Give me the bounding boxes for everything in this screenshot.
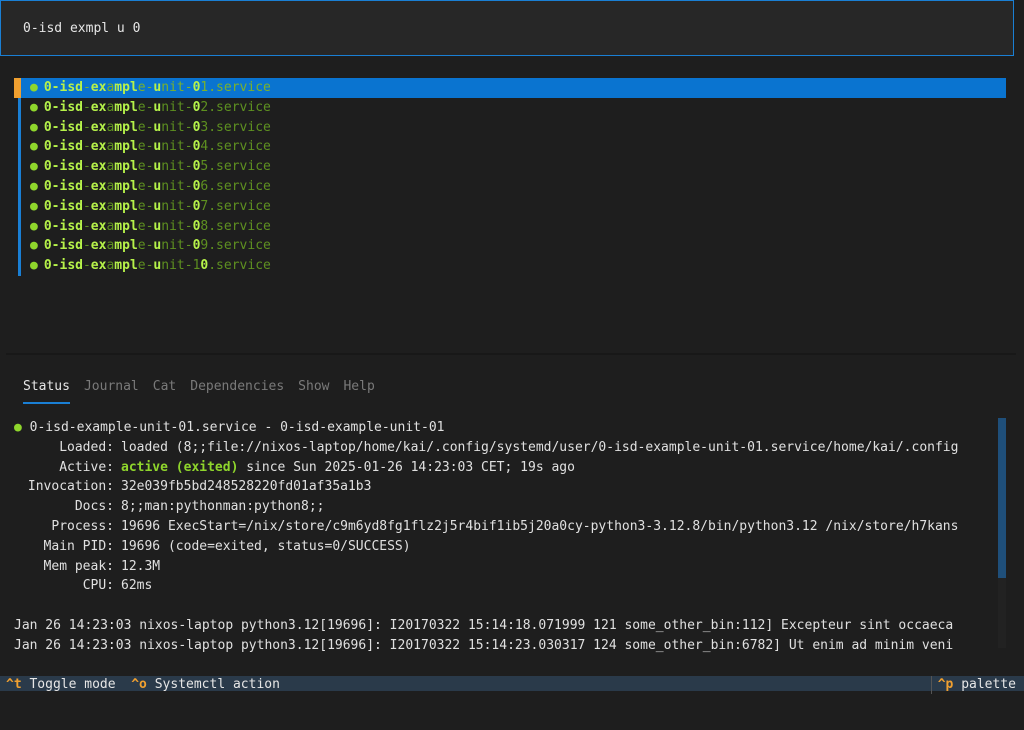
unit-list-item[interactable]: ● 0-isd-example-unit-10.service [14,256,1006,276]
search-input[interactable]: 0-isd exmpl u 0 [0,0,1014,56]
status-field-value: 62ms [121,578,153,594]
status-field-value: 12.3M [121,558,161,574]
search-input-value[interactable]: 0-isd exmpl u 0 [23,21,140,36]
unit-name: 0-isd-example-unit-02.service [43,99,271,115]
status-field-value: 19696 (code=exited, status=0/SUCCESS) [121,538,411,554]
unit-name: 0-isd-example-unit-10.service [43,258,271,274]
tab-cat[interactable]: Cat [153,379,176,394]
unit-list-item[interactable]: ● 0-isd-example-unit-09.service [14,236,1006,256]
tab-status[interactable]: Status [23,379,70,404]
unit-list-item[interactable]: ● 0-isd-example-unit-05.service [14,157,1006,177]
status-field: CPU: 62ms [14,576,998,596]
toggle-mode-label[interactable]: Toggle mode [29,677,115,692]
unit-status-dot-icon: ● [30,178,38,194]
status-field: Loaded: loaded (8;;file://nixos-laptop/ho… [14,438,998,458]
unit-list-item[interactable]: ● 0-isd-example-unit-03.service [14,117,1006,138]
unit-status-dot-icon: ● [30,119,38,135]
palette-key[interactable]: ^p [938,677,954,692]
status-fields: Loaded: loaded (8;;file://nixos-laptop/ho… [14,438,998,596]
status-field-key: Process: [51,518,114,534]
unit-name: 0-isd-example-unit-09.service [43,238,271,254]
tab-bar: Status Journal Cat Dependencies Show Help [23,379,389,409]
pane-divider[interactable] [6,353,1016,355]
unit-name: 0-isd-example-unit-03.service [43,119,271,135]
status-field: Active: active (exited) since Sun 2025-01… [14,458,998,478]
tab-dependencies[interactable]: Dependencies [190,379,284,394]
status-dot-icon: ● [14,420,22,435]
status-field-key: CPU: [82,578,114,594]
journal-line: Jan 26 14:23:03 nixos-laptop python3.12[… [14,618,954,633]
unit-name: 0-isd-example-unit-07.service [43,198,271,214]
unit-name: 0-isd-example-unit-08.service [43,218,271,234]
active-state: active (exited) [121,459,239,475]
status-field-key: Mem peak: [43,558,114,574]
systemctl-action-label[interactable]: Systemctl action [155,677,280,692]
tab-help[interactable]: Help [343,379,374,394]
tab-show[interactable]: Show [298,379,329,394]
status-output: ● 0-isd-example-unit-01.service - 0-isd-… [14,418,998,598]
unit-name: 0-isd-example-unit-06.service [43,178,271,194]
unit-list-item[interactable]: ● 0-isd-example-unit-01.service [14,78,1006,98]
journal-line: Jan 26 14:23:03 nixos-laptop python3.12[… [14,638,954,653]
unit-status-dot-icon: ● [30,139,38,155]
unit-status-dot-icon: ● [30,99,38,115]
footer-right: ^p palette [930,676,1016,694]
unit-status-dot-icon: ● [30,258,38,274]
status-field-value: loaded (8;;file://nixos-laptop/home/kai/… [121,439,959,455]
status-field-key: Docs: [74,499,114,515]
status-field: Mem peak: 12.3M [14,557,998,577]
status-field-value: since Sun 2025-01-26 14:23:03 CET; 19s a… [238,459,575,475]
palette-label[interactable]: palette [961,677,1016,692]
status-field-key: Loaded: [59,439,114,455]
status-field-key: Invocation: [27,479,114,495]
status-field: Process: 19696 ExecStart=/nix/store/c9m6y… [14,517,998,537]
unit-list-item[interactable]: ● 0-isd-example-unit-07.service [14,196,1006,217]
status-field-value: 8;;man:pythonman:python8;; [121,499,325,515]
status-header-text: 0-isd-example-unit-01.service - 0-isd-ex… [29,420,445,435]
status-field-key: Main PID: [43,538,114,554]
scrollbar-thumb[interactable] [998,418,1006,578]
status-field-value: 32e039fb5bd248528220fd01af35a1b3 [121,479,372,495]
journal-output: Jan 26 14:23:03 nixos-laptop python3.12[… [14,616,998,656]
status-field: Docs: 8;;man:pythonman:python8;; [14,497,998,517]
unit-list[interactable]: ● 0-isd-example-unit-01.service ● 0-isd-exa… [14,78,1006,278]
unit-list-item[interactable]: ● 0-isd-example-unit-06.service [14,176,1006,197]
unit-list-item[interactable]: ● 0-isd-example-unit-04.service [14,137,1006,157]
unit-list-item[interactable]: ● 0-isd-example-unit-02.service [14,97,1006,118]
unit-status-dot-icon: ● [30,218,38,234]
unit-list-item[interactable]: ● 0-isd-example-unit-08.service [14,216,1006,237]
unit-status-dot-icon: ● [30,159,38,175]
unit-name: 0-isd-example-unit-05.service [43,159,271,175]
toggle-mode-key[interactable]: ^t [6,677,22,692]
unit-status-dot-icon: ● [30,238,38,254]
footer-bar: ^t Toggle mode ^o Systemctl action ^p pa… [0,676,1024,694]
footer-left: ^t Toggle mode ^o Systemctl action [6,676,280,694]
unit-name: 0-isd-example-unit-01.service [43,80,271,95]
status-field: Invocation: 32e039fb5bd248528220fd01af35a… [14,477,998,497]
status-scrollbar[interactable] [998,418,1006,648]
status-field-key: Active: [59,459,114,475]
status-header: ● 0-isd-example-unit-01.service - 0-isd-… [14,418,998,438]
unit-status-dot-icon: ● [30,80,38,95]
unit-status-dot-icon: ● [30,198,38,214]
status-field: Main PID: 19696 (code=exited, status=0/SU… [14,537,998,557]
tab-journal[interactable]: Journal [84,379,139,394]
status-field-value-wrap: active (exited) since Sun 2025-01-26 14:… [121,460,575,475]
unit-name: 0-isd-example-unit-04.service [43,139,271,155]
systemctl-action-key[interactable]: ^o [131,677,147,692]
status-field-value: 19696 ExecStart=/nix/store/c9m6yd8fg1flz… [121,518,959,534]
